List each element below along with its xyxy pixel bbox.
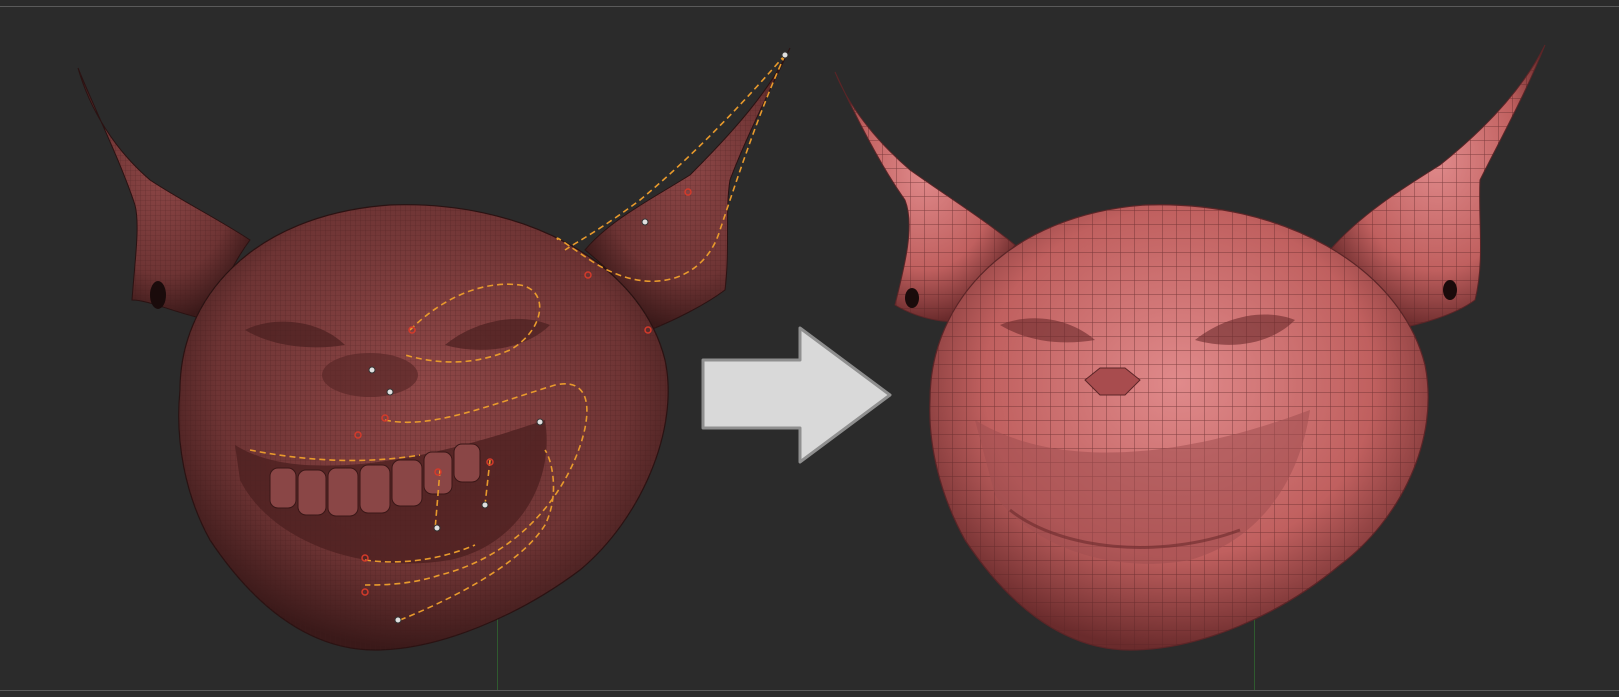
zbrush-viewport[interactable] xyxy=(0,0,1619,697)
before-model[interactable] xyxy=(77,47,791,651)
after-model[interactable] xyxy=(834,44,1546,651)
right-arrow-icon xyxy=(701,326,892,464)
scene-canvas xyxy=(77,44,1546,651)
